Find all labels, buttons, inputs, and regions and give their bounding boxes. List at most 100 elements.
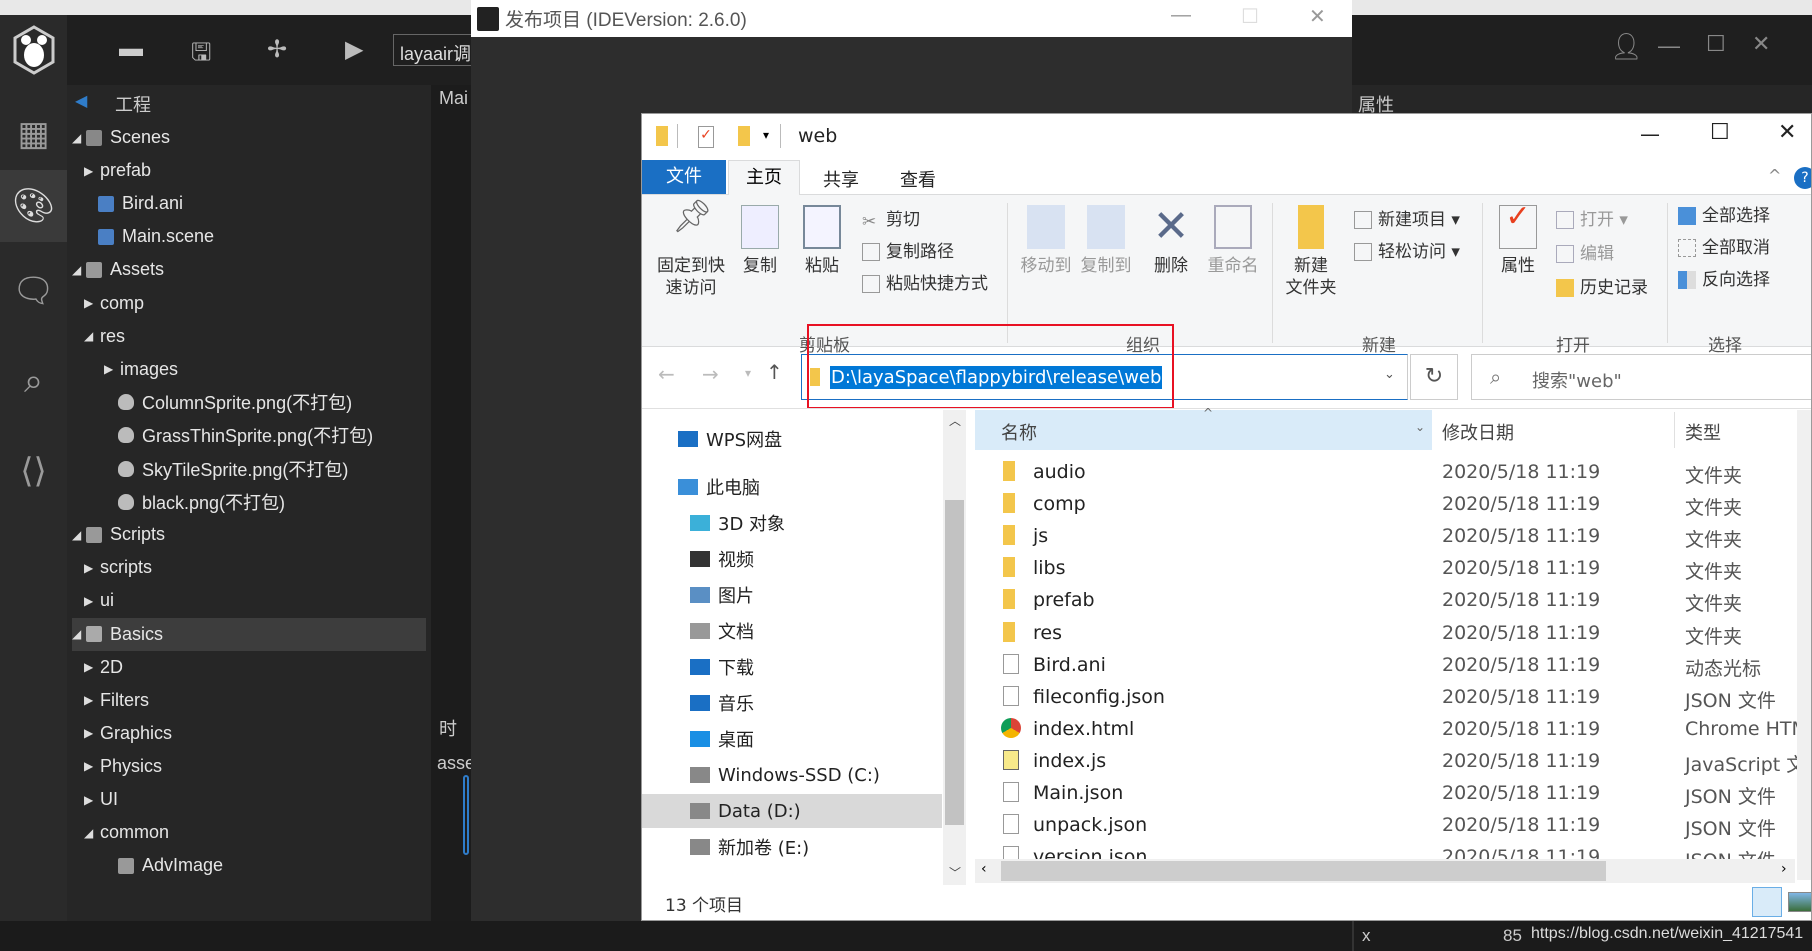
- file-row[interactable]: unpack.json 2020/5/18 11:19 JSON 文件: [975, 810, 1795, 842]
- file-row[interactable]: Main.json 2020/5/18 11:19 JSON 文件: [975, 778, 1795, 810]
- details-view-button[interactable]: [1752, 887, 1782, 917]
- collapsed-arrow-icon[interactable]: ▶: [84, 296, 98, 310]
- palette-icon[interactable]: 🎨︎: [0, 170, 67, 242]
- file-name: Bird.ani: [1033, 653, 1106, 676]
- file-row[interactable]: res 2020/5/18 11:19 文件夹: [975, 618, 1795, 650]
- layout-grid-icon[interactable]: ▦: [0, 98, 67, 170]
- collapsed-arrow-icon[interactable]: ▶: [84, 561, 98, 575]
- dialog-minimize-button[interactable]: —: [1171, 4, 1191, 27]
- tree-item[interactable]: ▶ Filters: [72, 684, 426, 717]
- expanded-arrow-icon[interactable]: ◢: [84, 826, 98, 840]
- tree-item-label: black.png(不打包): [142, 492, 286, 513]
- file-date: 2020/5/18 11:19: [1442, 653, 1601, 676]
- collapse-arrow-icon[interactable]: ◀: [75, 91, 87, 111]
- collapsed-arrow-icon[interactable]: ▶: [84, 693, 98, 707]
- collapsed-arrow-icon[interactable]: ▶: [104, 362, 118, 376]
- file-type: JSON 文件: [1685, 818, 1776, 841]
- tree-item[interactable]: ◢ res: [72, 320, 426, 353]
- file-type: 文件夹: [1685, 497, 1743, 520]
- folder-icon: [86, 129, 102, 146]
- expanded-arrow-icon[interactable]: ◢: [72, 263, 86, 277]
- file-row[interactable]: libs 2020/5/18 11:19 文件夹: [975, 553, 1795, 585]
- code-icon[interactable]: ⟨⟩: [0, 435, 67, 507]
- file-row[interactable]: version.json 2020/5/18 11:19 JSON 文件: [975, 842, 1795, 859]
- tree-item[interactable]: AdvImage: [72, 849, 426, 882]
- tree-item[interactable]: ◢ Assets: [72, 253, 426, 286]
- scene-tab[interactable]: Mai: [439, 88, 468, 109]
- file-row[interactable]: fileconfig.json 2020/5/18 11:19 JSON 文件: [975, 682, 1795, 714]
- image-icon: [118, 460, 134, 477]
- tree-item[interactable]: ◢ common: [72, 816, 426, 849]
- tree-item-label: Physics: [100, 755, 163, 776]
- horizontal-scrollbar[interactable]: ‹ ›: [975, 859, 1795, 883]
- tree-title: 工程: [115, 95, 151, 115]
- tab-home[interactable]: 主页: [728, 160, 800, 195]
- file-type: Chrome HTM: [1685, 717, 1797, 740]
- tree-item[interactable]: ColumnSprite.png(不打包): [72, 386, 426, 419]
- vertical-scrollbar[interactable]: [1797, 410, 1811, 880]
- file-name: Main.json: [1033, 782, 1124, 804]
- file-row[interactable]: index.html 2020/5/18 11:19 Chrome HTM: [975, 714, 1797, 746]
- expanded-arrow-icon[interactable]: ◢: [72, 131, 86, 145]
- tree-item[interactable]: ▶ images: [72, 353, 426, 386]
- tree-item[interactable]: ▶ Graphics: [72, 717, 426, 750]
- collapsed-arrow-icon[interactable]: ▶: [84, 759, 98, 773]
- file-row[interactable]: prefab 2020/5/18 11:19 文件夹: [975, 585, 1795, 617]
- tree-item[interactable]: ◢ Basics: [72, 617, 426, 651]
- tree-item[interactable]: ▶ comp: [72, 287, 426, 320]
- scene-select[interactable]: layaair调试: [393, 34, 473, 66]
- dialog-titlebar: 发布项目 (IDEVersion: 2.6.0) — ☐ ✕: [471, 0, 1352, 37]
- expanded-arrow-icon[interactable]: ◢: [72, 528, 86, 542]
- tree-item[interactable]: Bird.ani: [72, 187, 426, 220]
- expanded-arrow-icon[interactable]: ◢: [72, 627, 86, 641]
- file-row[interactable]: js 2020/5/18 11:19 文件夹: [975, 521, 1795, 553]
- tree-item[interactable]: ▶ 2D: [72, 651, 426, 684]
- user-icon[interactable]: 👤︎: [1610, 31, 1643, 62]
- tree-item[interactable]: ▶ ui: [72, 584, 426, 617]
- dialog-close-button[interactable]: ✕: [1309, 4, 1326, 29]
- file-date: 2020/5/18 11:19: [1442, 589, 1601, 612]
- collapsed-arrow-icon[interactable]: ▶: [84, 660, 98, 674]
- tree-item-label: Main.scene: [122, 226, 215, 247]
- tree-item[interactable]: ▶ UI: [72, 783, 426, 816]
- large-icons-view-button[interactable]: [1788, 892, 1811, 912]
- new-project-icon[interactable]: ▬: [119, 35, 143, 63]
- play-icon[interactable]: ▶: [345, 35, 363, 64]
- collapsed-arrow-icon[interactable]: ▶: [84, 164, 98, 178]
- collapsed-arrow-icon[interactable]: ▶: [84, 793, 98, 807]
- collapsed-arrow-icon[interactable]: ▶: [84, 594, 98, 608]
- minimize-button[interactable]: —: [1658, 33, 1680, 59]
- tree-item[interactable]: ◢ Scenes: [72, 121, 426, 154]
- tree-item[interactable]: GrassThinSprite.png(不打包): [72, 419, 426, 452]
- file-type: 文件夹: [1685, 593, 1743, 616]
- file-row[interactable]: Bird.ani 2020/5/18 11:19 动态光标: [975, 650, 1795, 682]
- tree-item-label: ui: [100, 590, 115, 611]
- dialog-maximize-button[interactable]: ☐: [1241, 4, 1259, 29]
- file-row[interactable]: comp 2020/5/18 11:19 文件夹: [975, 489, 1795, 521]
- tree-item[interactable]: Main.scene: [72, 220, 426, 253]
- maximize-button[interactable]: ☐: [1706, 31, 1726, 57]
- status-x: x: [1362, 926, 1371, 945]
- tree-item-label: comp: [100, 292, 145, 313]
- save-icon[interactable]: 🖫︎: [191, 35, 211, 76]
- file-date: 2020/5/18 11:19: [1442, 461, 1601, 483]
- timeline-label: 时: [439, 719, 457, 739]
- tree-item[interactable]: ▶ prefab: [72, 154, 426, 187]
- tree-item[interactable]: ▶ Physics: [72, 750, 426, 783]
- tree-item[interactable]: ▶ scripts: [72, 551, 426, 584]
- tree-item[interactable]: black.png(不打包): [72, 485, 426, 518]
- publish-icon[interactable]: ✢: [267, 35, 287, 64]
- folder-icon: [1003, 621, 1015, 642]
- file-name: version.json: [1033, 846, 1148, 859]
- file-row[interactable]: audio 2020/5/18 11:19 文件夹: [975, 457, 1795, 489]
- search-icon[interactable]: ⌕: [0, 345, 67, 417]
- file-row[interactable]: index.js 2020/5/18 11:19 JavaScript 文件: [975, 746, 1797, 778]
- tree-item[interactable]: SkyTileSprite.png(不打包): [72, 452, 426, 485]
- file-type: JSON 文件: [1685, 689, 1776, 712]
- collapsed-arrow-icon[interactable]: ▶: [84, 726, 98, 740]
- file-type: JSON 文件: [1685, 786, 1776, 808]
- close-button[interactable]: ✕: [1752, 31, 1770, 57]
- tree-item[interactable]: ◢ Scripts: [72, 518, 426, 551]
- chat-icon[interactable]: 🗨︎: [0, 255, 67, 327]
- expanded-arrow-icon[interactable]: ◢: [84, 329, 98, 343]
